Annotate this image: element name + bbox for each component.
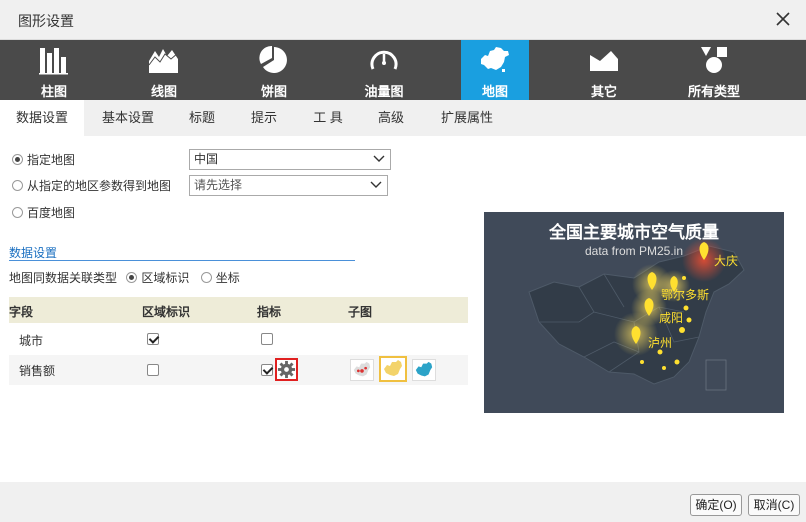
- section-title: 数据设置: [9, 244, 355, 261]
- subchart-option-red-map[interactable]: [350, 359, 374, 381]
- table-header: 字段 区域标识 指标 子图: [9, 297, 468, 323]
- option-specified-map[interactable]: 指定地图: [12, 150, 75, 170]
- city-label: 泸州: [648, 336, 673, 350]
- radio-region-param-map[interactable]: [12, 180, 23, 191]
- blue-map-icon: [415, 361, 433, 377]
- chart-type-all[interactable]: 所有类型: [680, 40, 748, 100]
- map-select-value: 中国: [194, 152, 219, 166]
- dialog-titlebar: 图形设置: [0, 0, 806, 40]
- dialog-title: 图形设置: [18, 13, 74, 29]
- region-checkbox[interactable]: [147, 364, 159, 376]
- option-label: 指定地图: [27, 153, 76, 167]
- link-type-label: 地图同数据关联类型: [9, 271, 118, 285]
- radio-baidu-map[interactable]: [12, 207, 23, 218]
- tab-tooltip[interactable]: 提示: [240, 100, 288, 136]
- all-types-icon: [701, 47, 727, 73]
- tab-title[interactable]: 标题: [178, 100, 226, 136]
- map-preview: 全国主要城市空气质量 data from PM25.in 大庆 鄂尔多斯 咸阳 …: [484, 212, 784, 413]
- option-label: 百度地图: [27, 206, 76, 220]
- tab-data-settings[interactable]: 数据设置: [0, 100, 84, 136]
- chart-type-map[interactable]: 地图: [461, 40, 529, 100]
- option-baidu-map[interactable]: 百度地图: [12, 203, 75, 223]
- link-type-row: 地图同数据关联类型 区域标识 坐标: [9, 268, 240, 288]
- column-header-region: 区域标识: [142, 305, 191, 319]
- chart-type-bar: 柱图 线图 饼图 油量图 地图 其它 所有类型: [0, 40, 806, 100]
- radio-specified-map[interactable]: [12, 154, 23, 165]
- yellow-map-icon: [384, 360, 402, 376]
- chart-type-other[interactable]: 其它: [570, 40, 638, 100]
- field-name: 销售额: [19, 364, 56, 378]
- option-region-param-map[interactable]: 从指定的地区参数得到地图: [12, 176, 171, 196]
- chart-type-label: 其它: [590, 84, 617, 99]
- chart-type-gauge[interactable]: 油量图: [350, 40, 418, 100]
- red-map-icon: [353, 361, 371, 377]
- tab-tools[interactable]: 工 具: [304, 100, 352, 136]
- chart-type-label: 地图: [481, 84, 508, 99]
- metric-settings-button[interactable]: [275, 358, 298, 381]
- cancel-button[interactable]: 取消(C): [748, 494, 800, 516]
- close-icon[interactable]: [774, 10, 792, 28]
- chart-type-bar-chart[interactable]: 柱图: [20, 40, 88, 100]
- gear-icon: [277, 360, 296, 379]
- chart-type-label: 油量图: [364, 84, 404, 99]
- preview-title: 全国主要城市空气质量: [549, 223, 719, 242]
- city-label: 大庆: [714, 254, 739, 268]
- tab-basic-settings[interactable]: 基本设置: [92, 100, 164, 136]
- dialog-footer: 确定(O) 取消(C): [0, 482, 806, 522]
- settings-tabs: 数据设置 基本设置 标题 提示 工 具 高级 扩展属性: [0, 100, 806, 136]
- tab-extended-properties[interactable]: 扩展属性: [432, 100, 502, 136]
- map-icon: [481, 47, 509, 72]
- bar-chart-icon: [39, 48, 68, 75]
- radio-coordinate[interactable]: [200, 272, 212, 283]
- subchart-option-yellow-map[interactable]: [379, 356, 407, 382]
- link-option-region[interactable]: 区域标识: [126, 271, 189, 285]
- ok-button[interactable]: 确定(O): [690, 494, 742, 516]
- table-row: 城市: [9, 325, 468, 355]
- chevron-down-icon: [373, 155, 385, 162]
- other-chart-icon: [590, 51, 618, 71]
- chart-type-label: 所有类型: [687, 84, 740, 99]
- table-row: 销售额: [9, 355, 468, 385]
- gauge-icon: [370, 50, 398, 70]
- tab-advanced[interactable]: 高级: [367, 100, 415, 136]
- metric-checkbox[interactable]: [261, 333, 273, 345]
- chart-type-label: 饼图: [260, 84, 287, 99]
- line-chart-icon: [148, 49, 179, 73]
- column-header-metric: 指标: [257, 305, 282, 319]
- link-option-coordinate[interactable]: 坐标: [200, 271, 240, 285]
- region-param-placeholder: 请先选择: [194, 178, 243, 192]
- city-label: 咸阳: [659, 311, 684, 325]
- radio-region-id[interactable]: [126, 272, 138, 283]
- map-select[interactable]: 中国: [189, 149, 391, 170]
- city-label: 鄂尔多斯: [661, 288, 710, 302]
- chart-type-line-chart[interactable]: 线图: [130, 40, 198, 100]
- metric-checkbox[interactable]: [261, 364, 273, 376]
- option-label: 从指定的地区参数得到地图: [27, 179, 172, 193]
- chart-type-label: 柱图: [40, 84, 67, 99]
- subchart-option-blue-map[interactable]: [412, 359, 436, 381]
- chart-type-label: 线图: [150, 84, 177, 99]
- region-checkbox[interactable]: [147, 333, 159, 345]
- region-param-select[interactable]: 请先选择: [189, 175, 388, 196]
- preview-subtitle: data from PM25.in: [584, 244, 684, 258]
- pie-chart-icon: [259, 45, 287, 73]
- column-header-subchart: 子图: [348, 305, 373, 319]
- field-name: 城市: [19, 334, 44, 348]
- column-header-field: 字段: [9, 305, 34, 319]
- chart-type-pie-chart[interactable]: 饼图: [240, 40, 308, 100]
- chevron-down-icon: [370, 181, 382, 188]
